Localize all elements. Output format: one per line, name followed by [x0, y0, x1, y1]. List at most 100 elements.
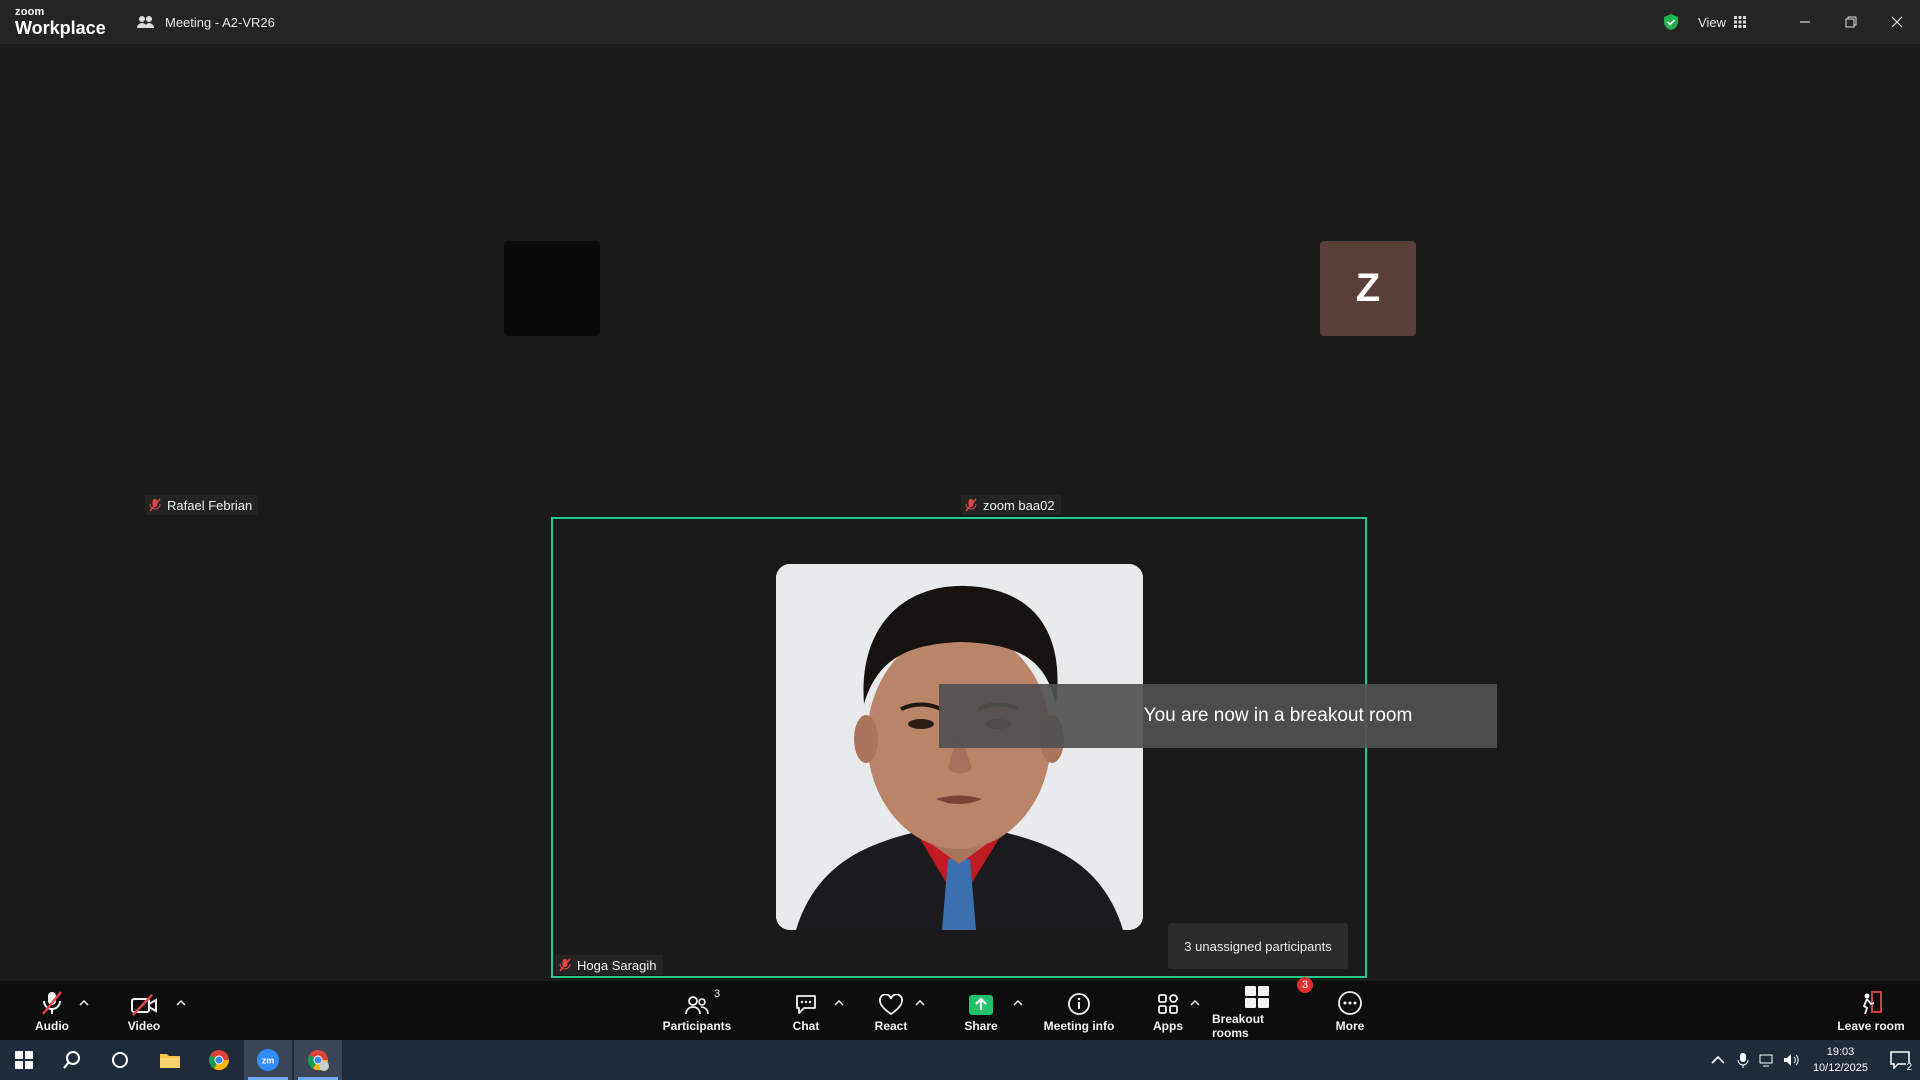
notification-center-button[interactable]: 2 — [1880, 1040, 1920, 1080]
chrome-button[interactable] — [195, 1040, 243, 1080]
chevron-up-icon — [915, 1000, 925, 1006]
audio-button[interactable]: Audio — [28, 981, 76, 1040]
view-label: View — [1698, 14, 1726, 30]
minimize-button[interactable] — [1782, 0, 1828, 44]
search-icon — [63, 1051, 80, 1069]
share-screen-icon — [969, 995, 993, 1015]
microphone-icon[interactable] — [1737, 1052, 1749, 1068]
more-button[interactable]: More — [1330, 981, 1370, 1040]
participants-count: 3 — [714, 988, 721, 1000]
chevron-up-icon — [1190, 1000, 1200, 1006]
zoom-taskbar-button[interactable]: zm — [244, 1040, 292, 1080]
meeting-info-button[interactable]: Meeting info — [1040, 981, 1118, 1040]
breakout-rooms-button[interactable]: 3 Breakout rooms — [1212, 977, 1313, 1040]
chrome-profile-icon — [308, 1050, 329, 1071]
cortana-circle-icon — [112, 1052, 128, 1068]
avatar-tile-zoom-baa02[interactable]: Z — [1320, 241, 1416, 336]
close-button[interactable] — [1874, 0, 1920, 44]
heart-icon — [879, 994, 903, 1016]
participants-icon — [685, 996, 709, 1015]
unassigned-participants-popup[interactable]: 3 unassigned participants — [1168, 923, 1348, 969]
video-button[interactable]: Video — [120, 981, 168, 1040]
breakout-badge: 3 — [1297, 977, 1313, 993]
windows-start-button[interactable] — [0, 1040, 48, 1080]
meeting-title: Meeting - A2-VR26 — [137, 15, 275, 30]
taskbar-clock[interactable]: 19:03 10/12/2025 — [1813, 1044, 1868, 1076]
chevron-up-icon — [79, 1000, 89, 1006]
task-view-button[interactable] — [96, 1040, 144, 1080]
apps-icon — [1158, 994, 1178, 1014]
apps-button[interactable]: Apps — [1148, 981, 1188, 1040]
zoom-logo: zoom Workplace — [15, 7, 115, 38]
apps-options-caret[interactable] — [1188, 997, 1202, 1009]
meeting-info-label: Meeting info — [1043, 1019, 1115, 1033]
network-icon[interactable] — [1759, 1053, 1775, 1067]
meeting-title-text: Meeting - A2-VR26 — [165, 14, 275, 30]
chevron-up-icon[interactable] — [1711, 1055, 1725, 1065]
name-tag-rafael: Rafael Febrian — [145, 495, 259, 515]
view-button[interactable]: View — [1698, 15, 1746, 30]
chrome-icon — [209, 1050, 230, 1071]
windows-logo-icon — [15, 1051, 33, 1069]
name-tag-zoom-baa02: zoom baa02 — [961, 495, 1061, 515]
share-options-caret[interactable] — [1011, 997, 1025, 1009]
muted-mic-icon — [559, 958, 571, 972]
name-tag-label: zoom baa02 — [983, 497, 1055, 513]
participants-button[interactable]: 3 Participants — [660, 981, 734, 1040]
chevron-up-icon — [176, 1000, 186, 1006]
grid-icon — [1734, 16, 1746, 28]
chat-options-caret[interactable] — [832, 997, 846, 1009]
meeting-toolbar: Audio Video 3 Participants Chat React Sh… — [0, 977, 1920, 1040]
logo-workplace-text: Workplace — [15, 18, 106, 38]
zoom-app-icon: zm — [257, 1049, 279, 1071]
video-stage: Z Rafael Febrian zoom baa02 Hoga Saragih… — [0, 44, 1920, 981]
clock-time: 19:03 — [1826, 1046, 1855, 1058]
participants-label: Participants — [662, 1019, 732, 1033]
muted-mic-icon — [149, 498, 161, 512]
meeting-people-icon — [137, 16, 154, 28]
restore-button[interactable] — [1828, 0, 1874, 44]
chat-button[interactable]: Chat — [786, 981, 826, 1040]
video-off-icon — [131, 994, 157, 1016]
audio-label: Audio — [35, 1019, 69, 1033]
more-label: More — [1335, 1019, 1365, 1033]
audio-options-caret[interactable] — [77, 997, 91, 1009]
more-icon — [1338, 991, 1362, 1015]
video-options-caret[interactable] — [174, 997, 188, 1009]
video-tile-rafael[interactable] — [504, 241, 600, 336]
system-tray: 19:03 10/12/2025 2 — [1711, 1040, 1920, 1080]
chrome-profile-button[interactable] — [294, 1040, 342, 1080]
taskbar-search-button[interactable] — [48, 1040, 96, 1080]
leave-room-button[interactable]: Leave room — [1835, 981, 1907, 1040]
svg-text:zm: zm — [262, 1056, 275, 1066]
info-icon — [1068, 993, 1090, 1015]
muted-mic-icon — [42, 991, 62, 1015]
windows-taskbar: zm 19:03 10/12/2025 2 — [0, 1040, 1920, 1080]
share-button[interactable]: Share — [961, 981, 1001, 1040]
file-explorer-button[interactable] — [146, 1040, 194, 1080]
react-options-caret[interactable] — [913, 997, 927, 1009]
close-icon — [1891, 16, 1903, 28]
shield-check-icon[interactable] — [1662, 13, 1680, 31]
folder-icon — [160, 1054, 180, 1068]
breakout-toast: You are now in a breakout room — [939, 684, 1497, 748]
video-label: Video — [127, 1019, 161, 1033]
apps-label: Apps — [1153, 1019, 1183, 1033]
chevron-up-icon — [834, 1000, 844, 1006]
restore-icon — [1845, 16, 1857, 28]
chat-label: Chat — [792, 1019, 820, 1033]
minimize-icon — [1800, 21, 1810, 23]
leave-room-label: Leave room — [1837, 1019, 1905, 1033]
react-label: React — [874, 1019, 908, 1033]
muted-mic-icon — [965, 498, 977, 512]
name-tag-label: Rafael Febrian — [167, 497, 253, 513]
volume-icon[interactable] — [1783, 1053, 1801, 1067]
leave-room-icon — [1862, 991, 1882, 1015]
breakout-rooms-label: Breakout rooms — [1212, 1012, 1265, 1040]
react-button[interactable]: React — [871, 981, 911, 1040]
name-tag-hoga: Hoga Saragih — [555, 955, 663, 975]
name-tag-label: Hoga Saragih — [577, 957, 657, 973]
share-label: Share — [964, 1019, 998, 1033]
chevron-up-icon — [1013, 1000, 1023, 1006]
clock-date: 10/12/2025 — [1812, 1062, 1868, 1074]
